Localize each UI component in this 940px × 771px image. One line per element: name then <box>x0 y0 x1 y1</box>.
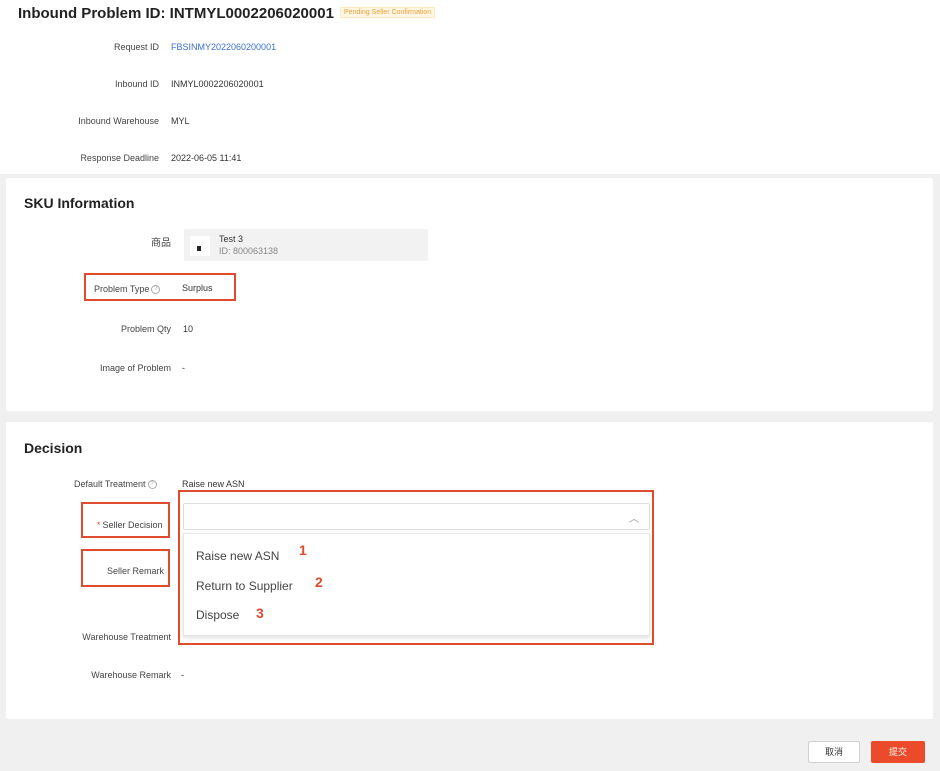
request-id-label: Request ID <box>113 42 159 52</box>
page-title: Inbound Problem ID: INTMYL0002206020001 <box>18 5 334 22</box>
inbound-warehouse-label: Inbound Warehouse <box>78 116 159 126</box>
info-icon[interactable]: ? <box>147 480 157 490</box>
product-id: ID: 800063138 <box>219 246 279 256</box>
product-label: 商品 <box>151 238 171 249</box>
response-deadline-value: 2022-06-05 11:41 <box>171 153 242 163</box>
default-treatment-label: Default Treatment? <box>74 479 157 490</box>
product-thumbnail <box>190 236 210 256</box>
sku-section-title: SKU Information <box>24 195 135 211</box>
inbound-id-value: INMYL0002206020001 <box>171 79 264 89</box>
inbound-id-label: Inbound ID <box>114 79 159 89</box>
default-treatment-label-text: Default Treatment <box>74 479 146 489</box>
product-image-icon <box>197 246 201 251</box>
request-id-link[interactable]: FBSINMY2022060200001 <box>171 42 276 52</box>
header-section: Inbound Problem ID: INTMYL0002206020001 … <box>0 0 940 174</box>
cancel-button[interactable]: 取消 <box>808 741 860 763</box>
image-of-problem-value: - <box>182 363 185 373</box>
seller-decision-highlight <box>81 502 170 538</box>
dropdown-highlight <box>178 490 654 645</box>
warehouse-remark-value: - <box>181 670 184 680</box>
product-card[interactable]: Test 3 ID: 800063138 <box>184 229 428 261</box>
warehouse-remark-label: Warehouse Remark <box>91 670 171 680</box>
response-deadline-label: Response Deadline <box>80 153 159 163</box>
submit-button[interactable]: 提交 <box>871 741 925 763</box>
warehouse-treatment-label: Warehouse Treatment <box>82 632 171 642</box>
product-name: Test 3 <box>219 234 244 244</box>
status-badge: Pending Seller Confirmation <box>340 7 436 18</box>
default-treatment-value: Raise new ASN <box>182 479 245 489</box>
image-of-problem-label: Image of Problem <box>99 363 171 373</box>
problem-type-highlight <box>84 273 236 301</box>
seller-remark-highlight <box>81 549 170 587</box>
problem-qty-value: 10 <box>183 324 194 334</box>
decision-section-title: Decision <box>24 440 83 456</box>
inbound-warehouse-value: MYL <box>171 116 190 126</box>
footer-bar <box>0 728 940 771</box>
problem-qty-label: Problem Qty <box>120 324 171 334</box>
